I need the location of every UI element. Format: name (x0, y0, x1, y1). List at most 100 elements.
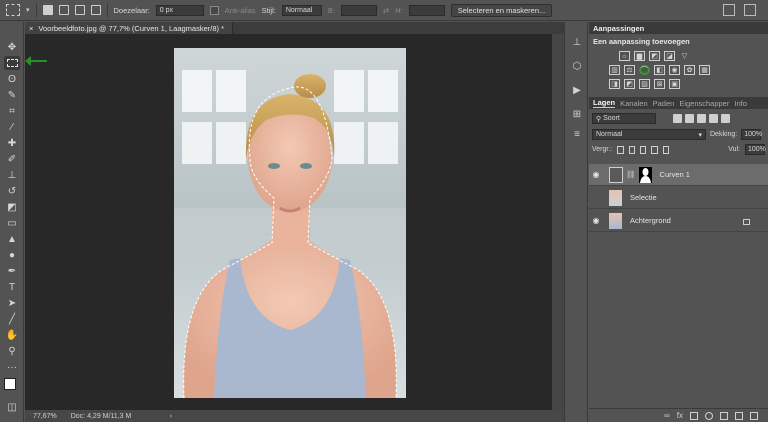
path-selection-tool-icon[interactable]: ➤ (4, 296, 20, 310)
layer-row-selection[interactable]: Selectie (589, 187, 768, 209)
clone-stamp-tool-icon[interactable]: ⊥ (4, 168, 20, 182)
adjustments-panel-title[interactable]: Aanpassingen (593, 24, 644, 33)
intersect-selection-icon[interactable] (90, 5, 101, 15)
subtract-from-selection-icon[interactable] (74, 5, 85, 15)
color-lookup-icon[interactable]: ▦ (699, 65, 710, 75)
new-group-icon[interactable] (720, 411, 728, 420)
more-tools-icon[interactable]: ··· (4, 360, 20, 374)
brightness-contrast-icon[interactable]: ☼ (619, 51, 630, 61)
lock-all-icon[interactable] (662, 145, 670, 154)
photo-filter-icon[interactable]: ◉ (669, 65, 680, 75)
workspace-icon[interactable] (744, 4, 756, 16)
filter-adjustment-icon[interactable] (685, 114, 694, 123)
exposure-icon[interactable]: ◪ (664, 51, 675, 61)
fill-input[interactable]: 100% (745, 144, 766, 155)
blur-tool-icon[interactable]: ▲ (4, 232, 20, 246)
tab-layers[interactable]: Lagen (593, 98, 616, 108)
layer-row-background[interactable]: ◉ Achtergrond (589, 210, 768, 232)
lock-artboard-icon[interactable] (651, 145, 658, 154)
blend-mode-select[interactable]: Normaal ▾ (592, 129, 706, 140)
levels-icon[interactable]: ▆ (634, 51, 645, 61)
properties-panel-icon[interactable]: ⊞ (571, 108, 583, 120)
quick-selection-tool-icon[interactable]: ✎ (4, 88, 20, 102)
swap-icon[interactable]: ⇄ (383, 6, 389, 15)
link-icon[interactable]: ⛓ (626, 170, 636, 179)
new-selection-icon[interactable] (42, 5, 53, 15)
tab-properties[interactable]: Eigenschapper (679, 99, 729, 108)
filter-smart-object-icon[interactable] (721, 114, 730, 123)
marquee-tool-icon[interactable] (4, 56, 20, 70)
history-panel-icon[interactable]: ⊥ (571, 36, 583, 48)
move-tool-icon[interactable]: ✥ (4, 40, 20, 54)
gradient-map-icon[interactable]: ⊠ (654, 79, 665, 89)
layer-row-curves[interactable]: ◉ ⛓ Curven 1 (589, 164, 768, 186)
eraser-tool-icon[interactable]: ◩ (4, 200, 20, 214)
feather-input[interactable]: 0 px (155, 4, 204, 16)
3d-panel-icon[interactable]: ⬡ (571, 60, 583, 72)
healing-brush-tool-icon[interactable]: ✚ (4, 136, 20, 150)
pen-tool-icon[interactable]: ✒ (4, 264, 20, 278)
layer-style-icon[interactable]: fx (677, 411, 683, 420)
dodge-tool-icon[interactable]: ● (4, 248, 20, 262)
vibrance-icon[interactable]: ▽ (679, 51, 690, 61)
kind-filter-select[interactable]: ⚲ Soort (592, 113, 656, 124)
tab-channels[interactable]: Kanalen (620, 99, 648, 108)
opacity-input[interactable]: 100% (741, 129, 762, 140)
line-tool-icon[interactable]: ╱ (4, 312, 20, 326)
chevron-down-icon[interactable]: ▾ (26, 6, 30, 14)
black-white-icon[interactable]: ◧ (654, 65, 665, 75)
eye-icon[interactable]: ◉ (589, 170, 603, 179)
selective-color-icon[interactable]: ▣ (669, 79, 680, 89)
invert-icon[interactable]: ◨ (609, 79, 620, 89)
adjust-sliders-icon[interactable]: ≡ (571, 128, 583, 140)
lasso-tool-icon[interactable]: ʘ (4, 72, 20, 86)
search-icon[interactable] (723, 4, 735, 16)
close-icon[interactable]: × (29, 24, 33, 33)
vertical-scrollbar[interactable] (552, 34, 564, 410)
hand-tool-icon[interactable]: ✋ (4, 328, 20, 342)
filter-type-icon[interactable] (697, 114, 706, 123)
channel-mixer-icon[interactable]: ✿ (684, 65, 695, 75)
brush-tool-icon[interactable]: ✐ (4, 152, 20, 166)
zoom-tool-icon[interactable]: ⚲ (4, 344, 20, 358)
rectangular-marquee-icon[interactable] (6, 4, 20, 16)
posterize-icon[interactable]: ◩ (624, 79, 635, 89)
style-select[interactable]: Normaal (281, 4, 322, 16)
trash-icon[interactable] (750, 411, 758, 420)
hue-saturation-icon[interactable]: ▥ (609, 65, 620, 75)
link-layers-icon[interactable]: ∞ (664, 411, 670, 420)
lock-image-icon[interactable] (628, 145, 636, 154)
document-tab[interactable]: × Voorbeeldfoto.jpg @ 77,7% (Curven 1, L… (25, 22, 233, 34)
width-input[interactable] (340, 4, 377, 16)
add-to-selection-icon[interactable] (58, 5, 69, 15)
curves-icon-alt[interactable]: ◩ (649, 51, 660, 61)
status-menu-icon[interactable]: › (170, 413, 172, 420)
type-tool-icon[interactable]: T (4, 280, 20, 294)
lock-position-icon[interactable] (640, 145, 647, 154)
history-brush-tool-icon[interactable]: ↺ (4, 184, 20, 198)
eyedropper-tool-icon[interactable]: ⁄ (4, 120, 20, 134)
color-balance-icon[interactable]: ⚖ (624, 65, 635, 75)
gradient-tool-icon[interactable]: ▭ (4, 216, 20, 230)
height-input[interactable] (408, 4, 445, 16)
tab-info[interactable]: Info (734, 99, 747, 108)
document-image[interactable] (174, 48, 406, 398)
new-layer-icon[interactable] (735, 411, 743, 420)
select-and-mask-button[interactable]: Selecteren en maskeren... (450, 3, 553, 17)
threshold-icon[interactable]: ▨ (639, 79, 650, 89)
quick-mask-icon[interactable]: ◫ (4, 400, 20, 414)
crop-tool-icon[interactable]: ⌗ (4, 104, 20, 118)
filter-shape-icon[interactable] (709, 114, 718, 123)
foreground-color-swatch[interactable] (4, 378, 16, 390)
tab-paths[interactable]: Paden (653, 99, 675, 108)
zoom-level[interactable]: 77,67% (33, 413, 57, 420)
lock-transparent-icon[interactable] (617, 145, 624, 154)
antialias-checkbox[interactable] (209, 5, 219, 15)
eye-icon[interactable]: ◉ (589, 216, 603, 225)
play-actions-icon[interactable]: ▶ (571, 84, 583, 96)
layer-mask-thumbnail[interactable] (638, 166, 652, 183)
new-adjustment-layer-icon[interactable] (705, 411, 713, 420)
filter-pixel-icon[interactable] (673, 114, 682, 123)
curves-icon[interactable]: ⌒ (639, 65, 650, 75)
add-mask-icon[interactable] (690, 411, 698, 420)
